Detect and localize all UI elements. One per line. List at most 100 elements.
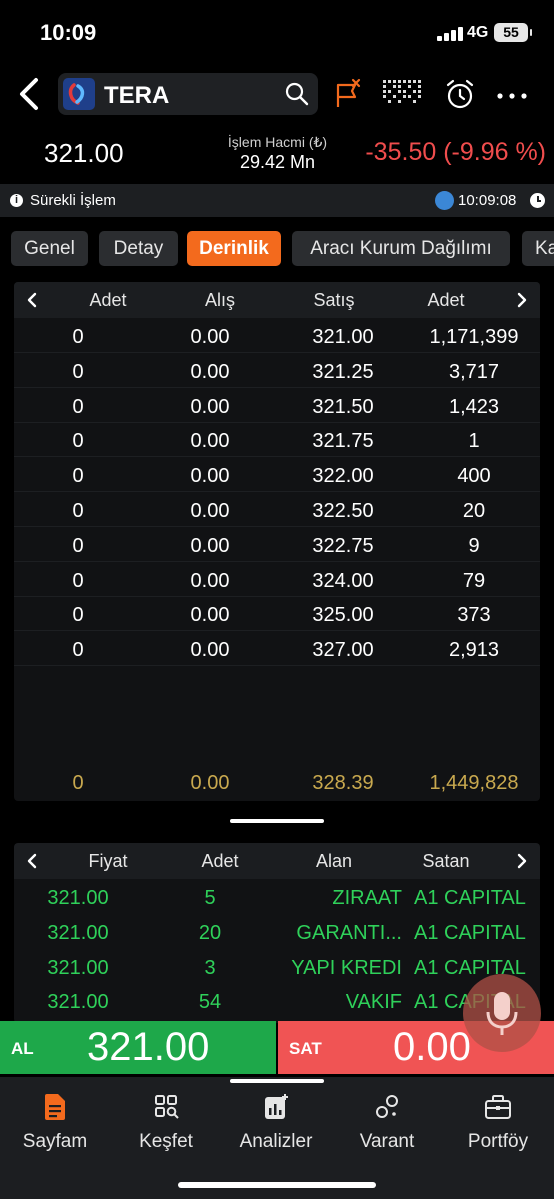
trades-table: Fiyat Adet Alan Satan 321.00 5 ZIRAAT A1 CA…: [14, 843, 540, 1023]
depth-header: Adet Alış Satış Adet: [14, 282, 540, 318]
nav-sayfam[interactable]: Sayfam: [0, 1093, 110, 1163]
header-bid-qty: Adet: [89, 290, 127, 310]
more-dots-icon: [497, 93, 527, 99]
header-ask-qty: Adet: [427, 290, 465, 310]
trade-price: 321.00: [47, 956, 109, 979]
bid-qty: 0: [72, 465, 84, 488]
tab-more[interactable]: Ka: [522, 231, 554, 266]
warrant-circles-icon: [376, 1095, 398, 1118]
nav-bar: TERA: [0, 70, 554, 118]
status-bar: 10:09 4G 55: [0, 0, 554, 66]
voice-assistant-button[interactable]: [463, 974, 541, 1052]
bid-price: 0.00: [190, 569, 230, 592]
row-divider: [14, 665, 540, 667]
bid-price: 0.00: [190, 534, 230, 557]
ask-qty: 3,717: [448, 360, 500, 383]
bid-price: 0.00: [190, 500, 230, 522]
chevron-left-icon: [20, 78, 38, 110]
bid-qty: 0: [72, 639, 84, 662]
more-options-button[interactable]: [492, 74, 532, 114]
depth-grid-button[interactable]: [381, 74, 421, 114]
home-indicator: [178, 1182, 376, 1188]
chevron-right-icon[interactable]: [514, 292, 530, 308]
trade-seller: A1 CAPITAL: [414, 921, 526, 944]
search-icon[interactable]: [284, 81, 310, 107]
symbol-search-box[interactable]: TERA: [58, 73, 318, 115]
trade-buyer: GARANTI...: [296, 921, 402, 944]
network-type: 4G: [467, 24, 489, 41]
depth-table: Adet Alış Satış Adet 0 0.00 321.00 1,171,39…: [14, 282, 540, 801]
buy-button[interactable]: AL 321.00: [0, 1021, 276, 1074]
nav-kesfet[interactable]: Keşfet: [111, 1093, 221, 1163]
chevron-right-icon[interactable]: [514, 853, 530, 869]
nav-portfoy[interactable]: Portföy: [443, 1093, 553, 1163]
trade-price: 321.00: [47, 921, 109, 944]
tab-detay[interactable]: Detay: [99, 231, 178, 266]
sheet-handle[interactable]: [230, 1079, 324, 1083]
tab-genel[interactable]: Genel: [11, 231, 88, 266]
sell-label: SAT: [289, 1039, 322, 1058]
discover-grid-icon: [155, 1095, 179, 1119]
bid-price: 0.00: [190, 639, 230, 662]
analysis-chart-icon: [265, 1094, 288, 1119]
ask-price: 321.25: [312, 360, 374, 383]
header-ask: Satış: [313, 290, 355, 310]
alarm-button[interactable]: [440, 74, 480, 114]
ask-qty: 9: [468, 534, 480, 557]
ask-qty: 373: [457, 604, 491, 627]
bid-qty: 0: [72, 534, 84, 557]
bid-qty: 0: [72, 430, 84, 453]
signal-icon: [437, 25, 463, 41]
row-divider: [14, 491, 540, 493]
header-price: Fiyat: [88, 851, 128, 871]
ask-qty: 79: [462, 569, 486, 592]
info-icon[interactable]: i: [10, 194, 23, 207]
trade-qty: 20: [198, 921, 222, 944]
bid-qty: 0: [72, 326, 84, 348]
symbol-name: TERA: [104, 82, 170, 109]
ask-price: 327.00: [312, 639, 374, 662]
bid-qty: 0: [72, 604, 84, 627]
row-divider: [14, 560, 540, 562]
alert-flag-button[interactable]: [328, 74, 368, 114]
total-bid: 0.00: [190, 772, 230, 794]
ask-price: 321.00: [312, 326, 374, 348]
tab-derinlik[interactable]: Derinlik: [187, 231, 281, 266]
back-button[interactable]: [12, 72, 48, 116]
bid-price: 0.00: [190, 604, 230, 627]
briefcase-icon: [485, 1095, 511, 1119]
panel-resize-handle[interactable]: [230, 819, 324, 823]
nav-varant[interactable]: Varant: [332, 1093, 442, 1163]
ask-qty: 2,913: [448, 639, 500, 662]
chevron-left-icon[interactable]: [24, 292, 40, 308]
header-bid: Alış: [204, 290, 235, 310]
price-change: -35.50 (-9.96 %): [365, 138, 546, 166]
ask-price: 325.00: [312, 604, 374, 627]
bid-price: 0.00: [190, 395, 230, 418]
alarm-clock-icon: [446, 79, 474, 109]
header-buyer: Alan: [315, 851, 353, 871]
globe-icon: [435, 191, 454, 210]
status-time: 10:09: [40, 20, 97, 45]
dot-matrix-icon: [383, 80, 421, 103]
row-divider: [14, 352, 540, 353]
company-logo-icon: [63, 78, 95, 110]
row-divider: [14, 386, 540, 388]
bid-price: 0.00: [190, 465, 230, 488]
bid-price: 0.00: [190, 430, 230, 453]
sell-price: 0.00: [393, 1025, 471, 1069]
ask-qty: 1,171,399: [429, 326, 519, 348]
bid-qty: 0: [72, 500, 84, 522]
ask-price: 322.50: [312, 500, 374, 522]
total-bid-qty: 0: [72, 772, 84, 794]
last-price: 321.00: [44, 138, 124, 168]
nav-analizler[interactable]: Analizler: [221, 1093, 331, 1163]
bid-qty: 0: [72, 395, 84, 418]
trades-header: Fiyat Adet Alan Satan: [14, 843, 540, 879]
trade-qty: 3: [204, 956, 216, 979]
tab-araci-kurum[interactable]: Aracı Kurum Dağılımı: [292, 231, 510, 266]
chevron-left-icon[interactable]: [24, 853, 40, 869]
ask-qty: 20: [462, 500, 486, 522]
row-divider: [14, 595, 540, 597]
trade-qty: 54: [198, 991, 222, 1014]
